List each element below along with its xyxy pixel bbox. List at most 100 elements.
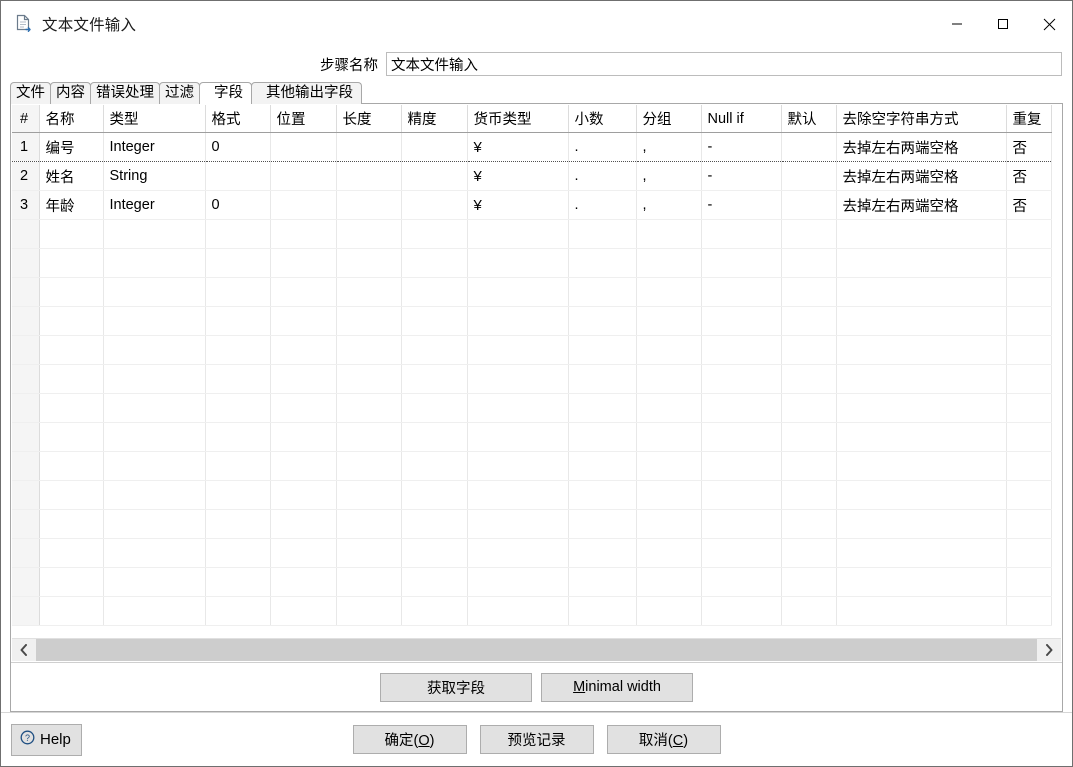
cell-empty[interactable] — [103, 277, 206, 307]
cell-empty[interactable] — [39, 248, 104, 278]
cell-empty[interactable] — [636, 277, 702, 307]
cell-empty[interactable] — [401, 335, 468, 365]
cell-empty[interactable] — [636, 538, 702, 568]
cell-empty[interactable] — [701, 480, 782, 510]
cell-length[interactable] — [336, 161, 402, 191]
cell-empty[interactable] — [39, 451, 104, 481]
cell-empty[interactable] — [1006, 509, 1052, 539]
column-header-repeat[interactable]: 重复 — [1006, 105, 1052, 133]
cell-empty[interactable] — [12, 393, 40, 423]
cell-empty[interactable] — [1006, 277, 1052, 307]
cell-empty[interactable] — [336, 277, 402, 307]
cell-empty[interactable] — [781, 393, 837, 423]
cell-empty[interactable] — [12, 422, 40, 452]
tab-file[interactable]: 文件 — [10, 82, 51, 104]
cell-empty[interactable] — [1006, 480, 1052, 510]
cell-empty[interactable] — [270, 364, 337, 394]
cell-empty[interactable] — [781, 335, 837, 365]
cell-empty[interactable] — [568, 335, 637, 365]
cell-empty[interactable] — [336, 335, 402, 365]
cell-length[interactable] — [336, 132, 402, 162]
cell-empty[interactable] — [781, 219, 837, 249]
cell-trim[interactable]: 去掉左右两端空格 — [836, 132, 1007, 162]
cell-empty[interactable] — [467, 219, 569, 249]
cell-empty[interactable] — [781, 567, 837, 597]
cell-empty[interactable] — [701, 393, 782, 423]
cell-empty[interactable] — [103, 451, 206, 481]
tab-content[interactable]: 内容 — [50, 82, 91, 104]
cell-empty[interactable] — [568, 248, 637, 278]
cell-empty[interactable] — [467, 335, 569, 365]
cell-position[interactable] — [270, 161, 337, 191]
cell-empty[interactable] — [336, 306, 402, 336]
cell-empty[interactable] — [12, 480, 40, 510]
cell-default[interactable] — [781, 161, 837, 191]
cell-empty[interactable] — [39, 277, 104, 307]
cell-empty[interactable] — [336, 596, 402, 626]
cell-empty[interactable] — [12, 335, 40, 365]
minimize-button[interactable] — [934, 1, 980, 47]
cell-empty[interactable] — [1006, 422, 1052, 452]
cell-empty[interactable] — [270, 567, 337, 597]
cell-position[interactable] — [270, 132, 337, 162]
cell-empty[interactable] — [401, 451, 468, 481]
cell-empty[interactable] — [836, 596, 1007, 626]
help-button[interactable]: ? Help — [11, 723, 82, 756]
cell-empty[interactable] — [701, 538, 782, 568]
cell-empty[interactable] — [103, 480, 206, 510]
cell-empty[interactable] — [467, 277, 569, 307]
cell-empty[interactable] — [636, 596, 702, 626]
cell-empty[interactable] — [636, 393, 702, 423]
cell-format[interactable]: 0 — [205, 132, 271, 162]
table-row[interactable]: 3 年龄 Integer 0 ¥ . , - 去掉左右两端空格 否 — [12, 190, 1052, 220]
cell-empty[interactable] — [467, 364, 569, 394]
cell-empty[interactable] — [39, 538, 104, 568]
cell-empty[interactable] — [1006, 538, 1052, 568]
cell-length[interactable] — [336, 190, 402, 220]
scrollbar-thumb[interactable] — [36, 639, 1037, 661]
cell-empty[interactable] — [103, 538, 206, 568]
ok-button[interactable]: 确定(O) — [352, 725, 467, 754]
table-row-empty[interactable] — [12, 538, 1052, 568]
cell-empty[interactable] — [336, 422, 402, 452]
cell-empty[interactable] — [701, 248, 782, 278]
cell-empty[interactable] — [701, 364, 782, 394]
column-header-name[interactable]: 名称 — [39, 105, 104, 133]
table-row-empty[interactable] — [12, 451, 1052, 481]
cell-empty[interactable] — [568, 219, 637, 249]
cell-group[interactable]: , — [636, 161, 702, 191]
cell-empty[interactable] — [781, 480, 837, 510]
cell-empty[interactable] — [270, 596, 337, 626]
cell-empty[interactable] — [205, 335, 271, 365]
cell-currency[interactable]: ¥ — [467, 161, 569, 191]
cell-empty[interactable] — [701, 567, 782, 597]
cell-empty[interactable] — [836, 451, 1007, 481]
cell-empty[interactable] — [781, 538, 837, 568]
cell-empty[interactable] — [836, 422, 1007, 452]
cell-empty[interactable] — [467, 509, 569, 539]
get-fields-button[interactable]: 获取字段 — [380, 672, 532, 702]
cell-empty[interactable] — [401, 219, 468, 249]
cell-empty[interactable] — [401, 306, 468, 336]
cell-empty[interactable] — [568, 596, 637, 626]
cell-empty[interactable] — [336, 567, 402, 597]
cell-empty[interactable] — [401, 567, 468, 597]
cell-empty[interactable] — [205, 219, 271, 249]
cell-empty[interactable] — [401, 277, 468, 307]
cell-empty[interactable] — [636, 422, 702, 452]
cell-empty[interactable] — [636, 335, 702, 365]
cell-decimal[interactable]: . — [568, 161, 637, 191]
cell-empty[interactable] — [701, 509, 782, 539]
cell-null-if[interactable]: - — [701, 161, 782, 191]
cell-empty[interactable] — [636, 451, 702, 481]
cell-empty[interactable] — [568, 480, 637, 510]
cell-default[interactable] — [781, 132, 837, 162]
cell-empty[interactable] — [636, 364, 702, 394]
cell-empty[interactable] — [701, 596, 782, 626]
cell-empty[interactable] — [401, 364, 468, 394]
cell-empty[interactable] — [270, 219, 337, 249]
cell-empty[interactable] — [12, 538, 40, 568]
cell-empty[interactable] — [467, 480, 569, 510]
cell-empty[interactable] — [205, 306, 271, 336]
cell-empty[interactable] — [781, 596, 837, 626]
